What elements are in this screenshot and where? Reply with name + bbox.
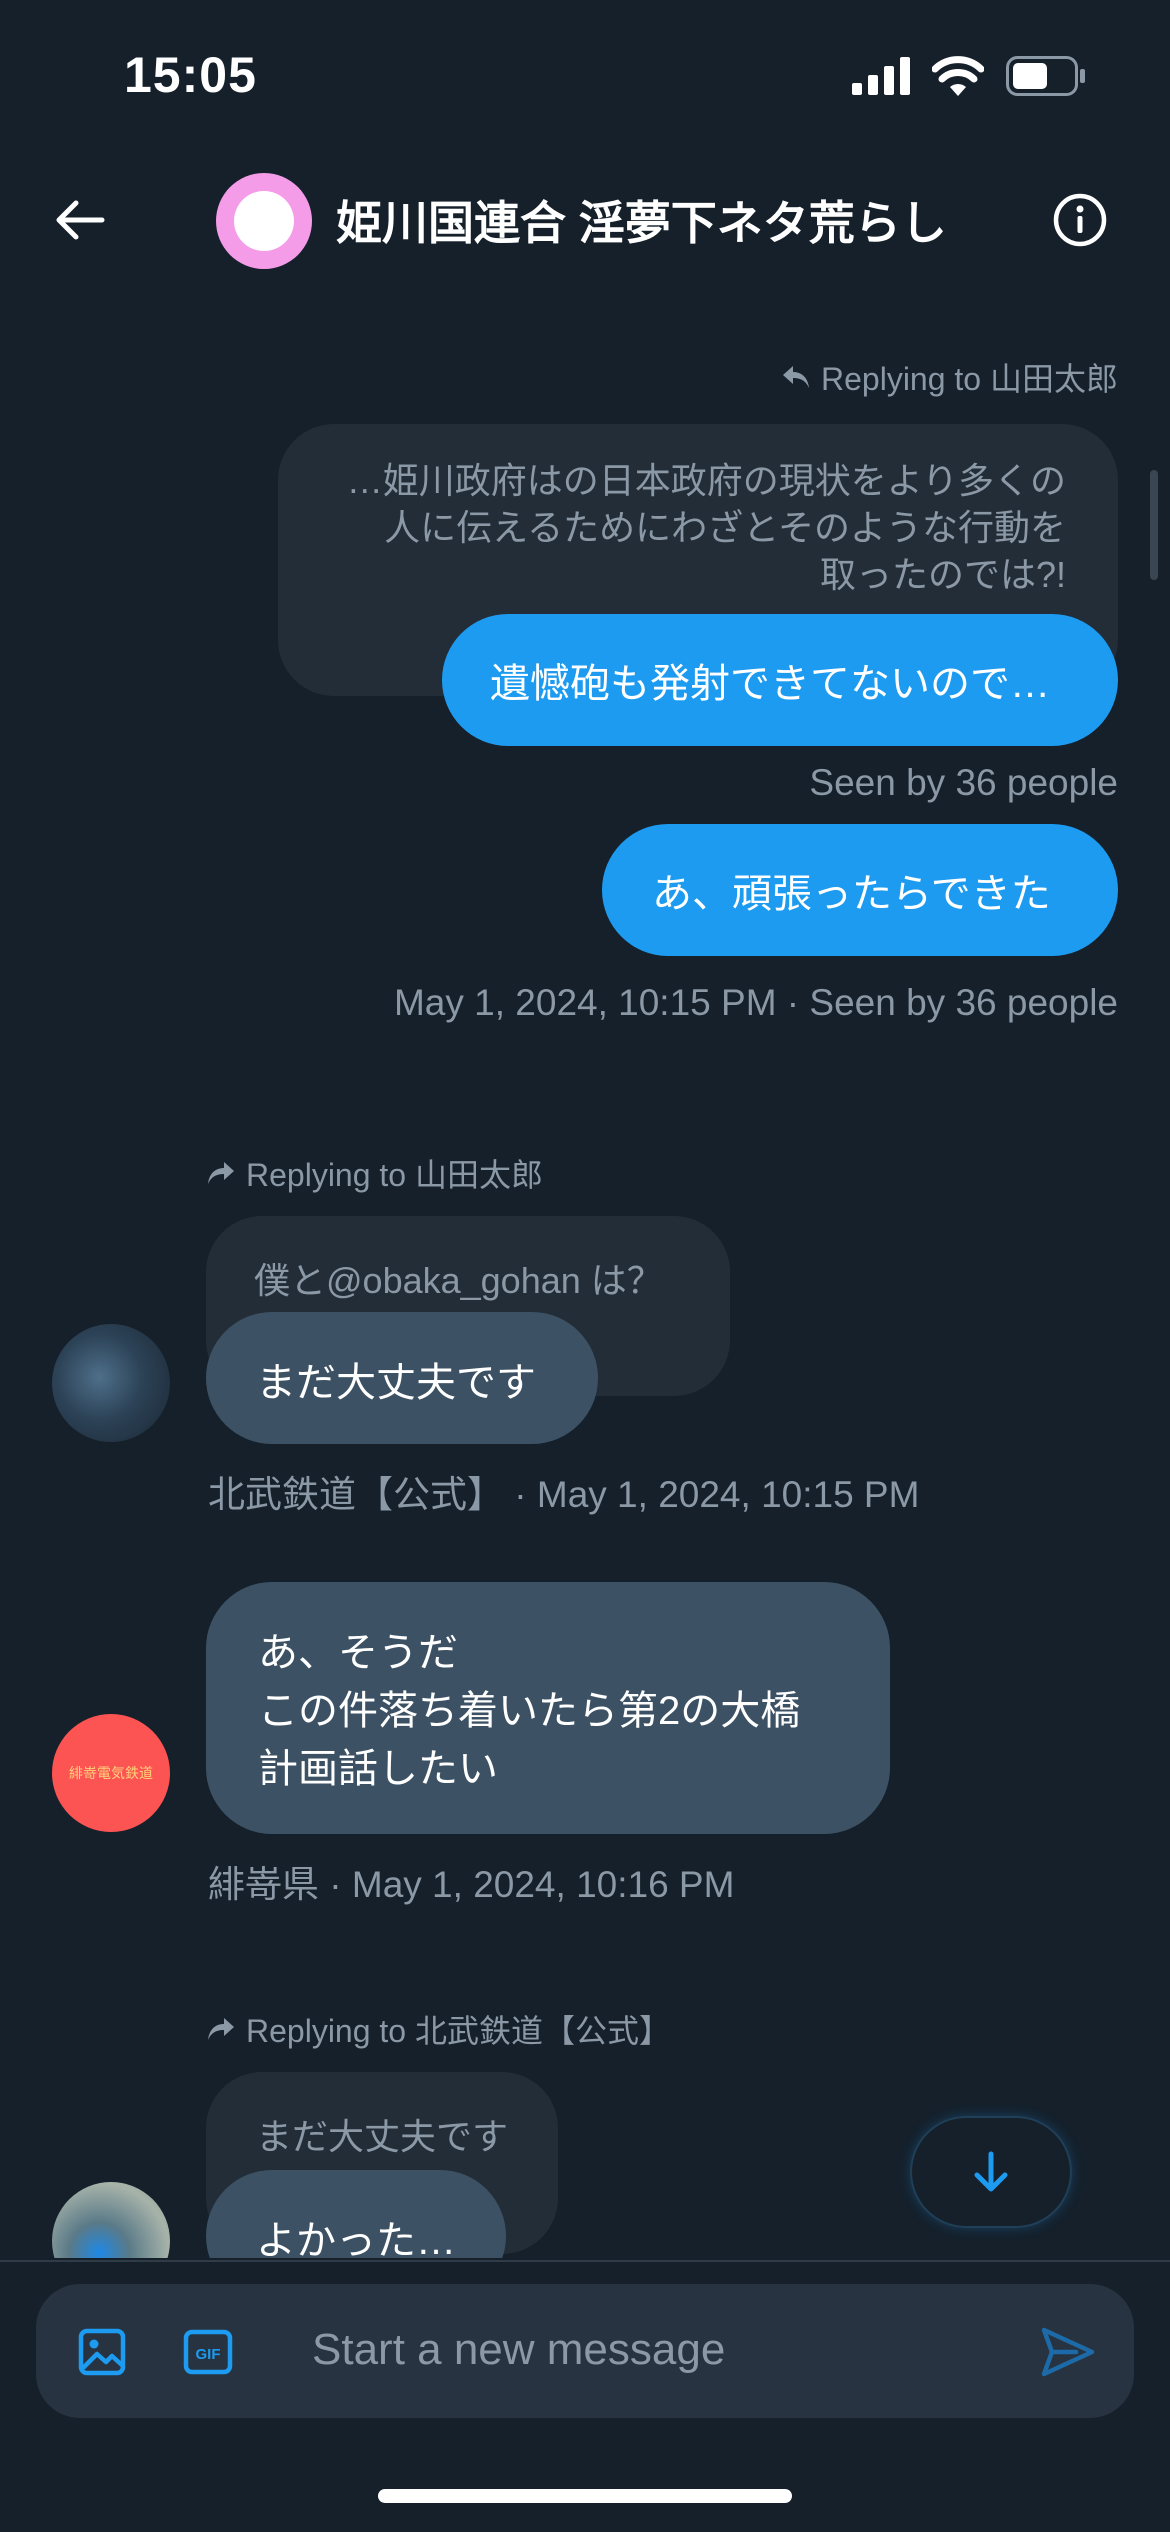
message-text: よかった… — [256, 2219, 456, 2258]
attach-gif-button[interactable]: GIF — [182, 2326, 234, 2378]
incoming-message-bubble[interactable]: よかった… — [206, 2170, 506, 2258]
quoted-text: まだ大丈夫です — [256, 2116, 509, 2157]
image-icon — [78, 2328, 126, 2376]
sender-avatar[interactable] — [52, 2182, 170, 2258]
scroll-to-bottom-button[interactable] — [912, 2118, 1070, 2226]
gif-icon: GIF — [183, 2329, 233, 2375]
svg-text:GIF: GIF — [196, 2346, 221, 2363]
message-composer: GIF — [36, 2284, 1134, 2418]
home-indicator[interactable] — [378, 2489, 792, 2503]
composer-divider — [0, 2260, 1170, 2262]
message-clip-region: まだ大丈夫です よかった… — [0, 0, 1170, 2258]
arrow-down-icon — [974, 2151, 1008, 2192]
message-input[interactable] — [310, 2314, 1034, 2386]
attach-image-button[interactable] — [76, 2326, 128, 2378]
scrollbar[interactable] — [1150, 470, 1158, 580]
send-icon — [1041, 2327, 1095, 2377]
send-button[interactable] — [1038, 2322, 1098, 2382]
